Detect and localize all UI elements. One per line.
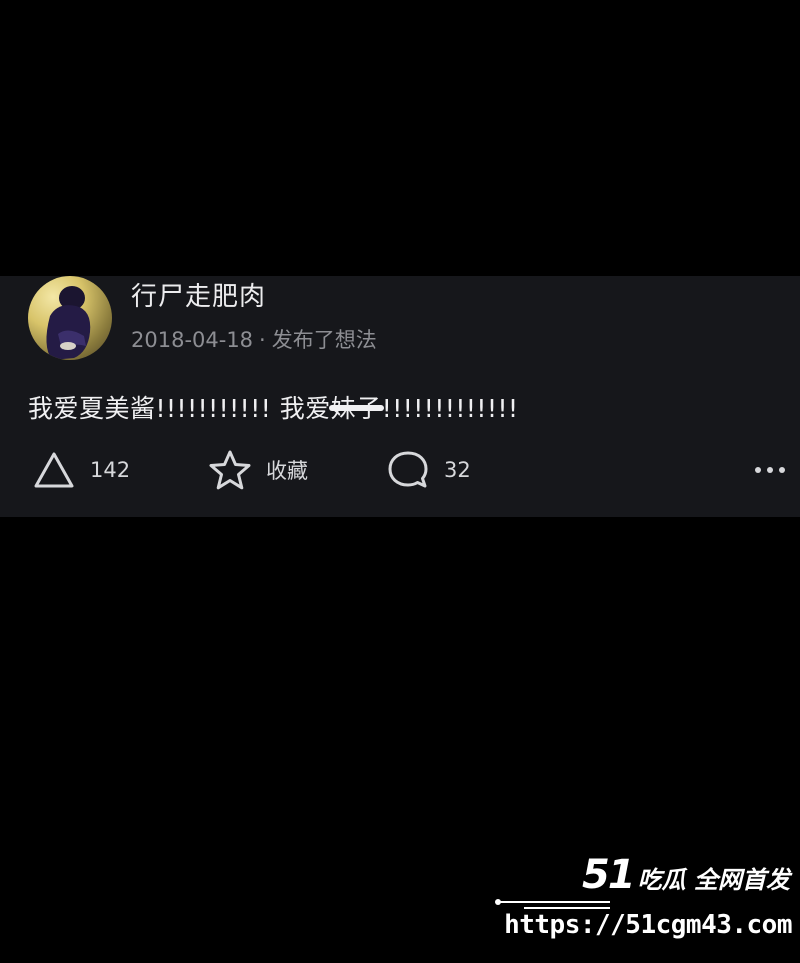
avatar-image [46, 286, 91, 360]
username[interactable]: 行尸走肥肉 [131, 280, 266, 314]
post-action-text: 发布了想法 [271, 328, 377, 352]
post-card: 行尸走肥肉 2018-04-18 · 发布了想法 我爱夏美酱!!!!!!!!!!! … [0, 276, 800, 517]
action-bar: 142 收藏 32 [0, 448, 800, 492]
like-button[interactable]: 142 [32, 448, 130, 492]
meta-separator: · [259, 328, 266, 352]
speech-bubble-icon [386, 449, 430, 491]
post-meta: 2018-04-18 · 发布了想法 [131, 326, 377, 354]
post-text-redacted: 妹子 [328, 392, 384, 426]
post-text-part1: 我爱夏美酱!!!!!!!!!!! 我爱 [28, 394, 331, 423]
post-content: 我爱夏美酱!!!!!!!!!!! 我爱妹子!!!!!!!!!!!!! [28, 392, 519, 426]
comment-button[interactable]: 32 [386, 448, 471, 492]
watermark-url: https://51cgm43.com [504, 910, 792, 940]
watermark-brand-text: 吃瓜 全网首发 [637, 866, 790, 894]
watermark-brand: 51 吃瓜 全网首发 [582, 852, 790, 898]
avatar[interactable] [28, 276, 112, 360]
triangle-up-icon [32, 450, 76, 490]
more-button[interactable] [754, 448, 786, 492]
favorite-button[interactable]: 收藏 [208, 448, 308, 492]
star-icon [208, 449, 252, 491]
comment-count: 32 [444, 458, 471, 482]
like-count: 142 [90, 458, 131, 482]
watermark-brand-number: 51 [581, 852, 636, 898]
favorite-label: 收藏 [266, 459, 308, 483]
watermark: 51 吃瓜 全网首发 https://51cgm43.com [494, 852, 794, 952]
more-dots-icon [754, 465, 786, 475]
post-text-part2: !!!!!!!!!!!!! [381, 394, 519, 423]
post-date: 2018-04-18 [131, 328, 254, 352]
